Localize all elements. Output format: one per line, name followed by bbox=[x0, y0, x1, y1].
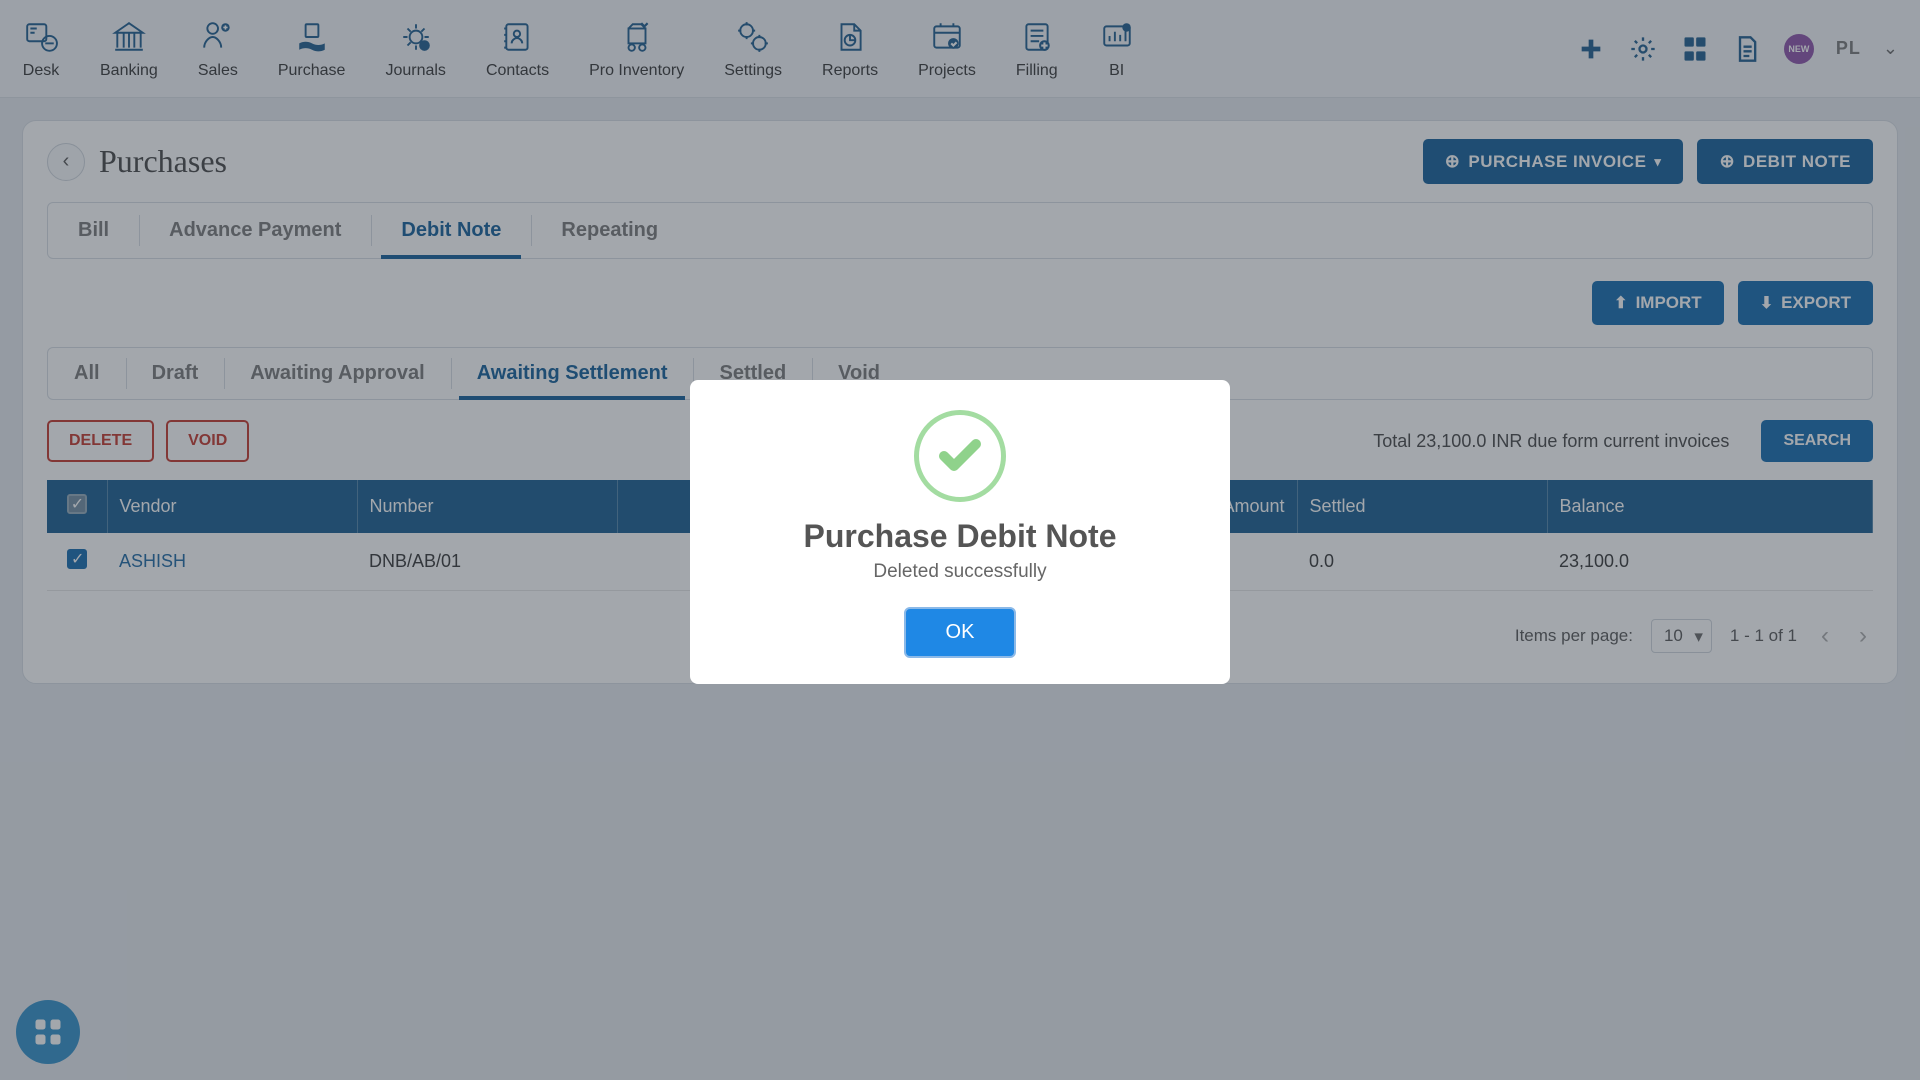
modal-message: Deleted successfully bbox=[873, 561, 1046, 583]
modal-ok-button[interactable]: OK bbox=[904, 607, 1017, 658]
modal-title: Purchase Debit Note bbox=[804, 518, 1117, 555]
modal-overlay[interactable]: Purchase Debit Note Deleted successfully… bbox=[0, 0, 1920, 1080]
success-modal: Purchase Debit Note Deleted successfully… bbox=[690, 380, 1230, 684]
success-icon bbox=[914, 410, 1006, 502]
